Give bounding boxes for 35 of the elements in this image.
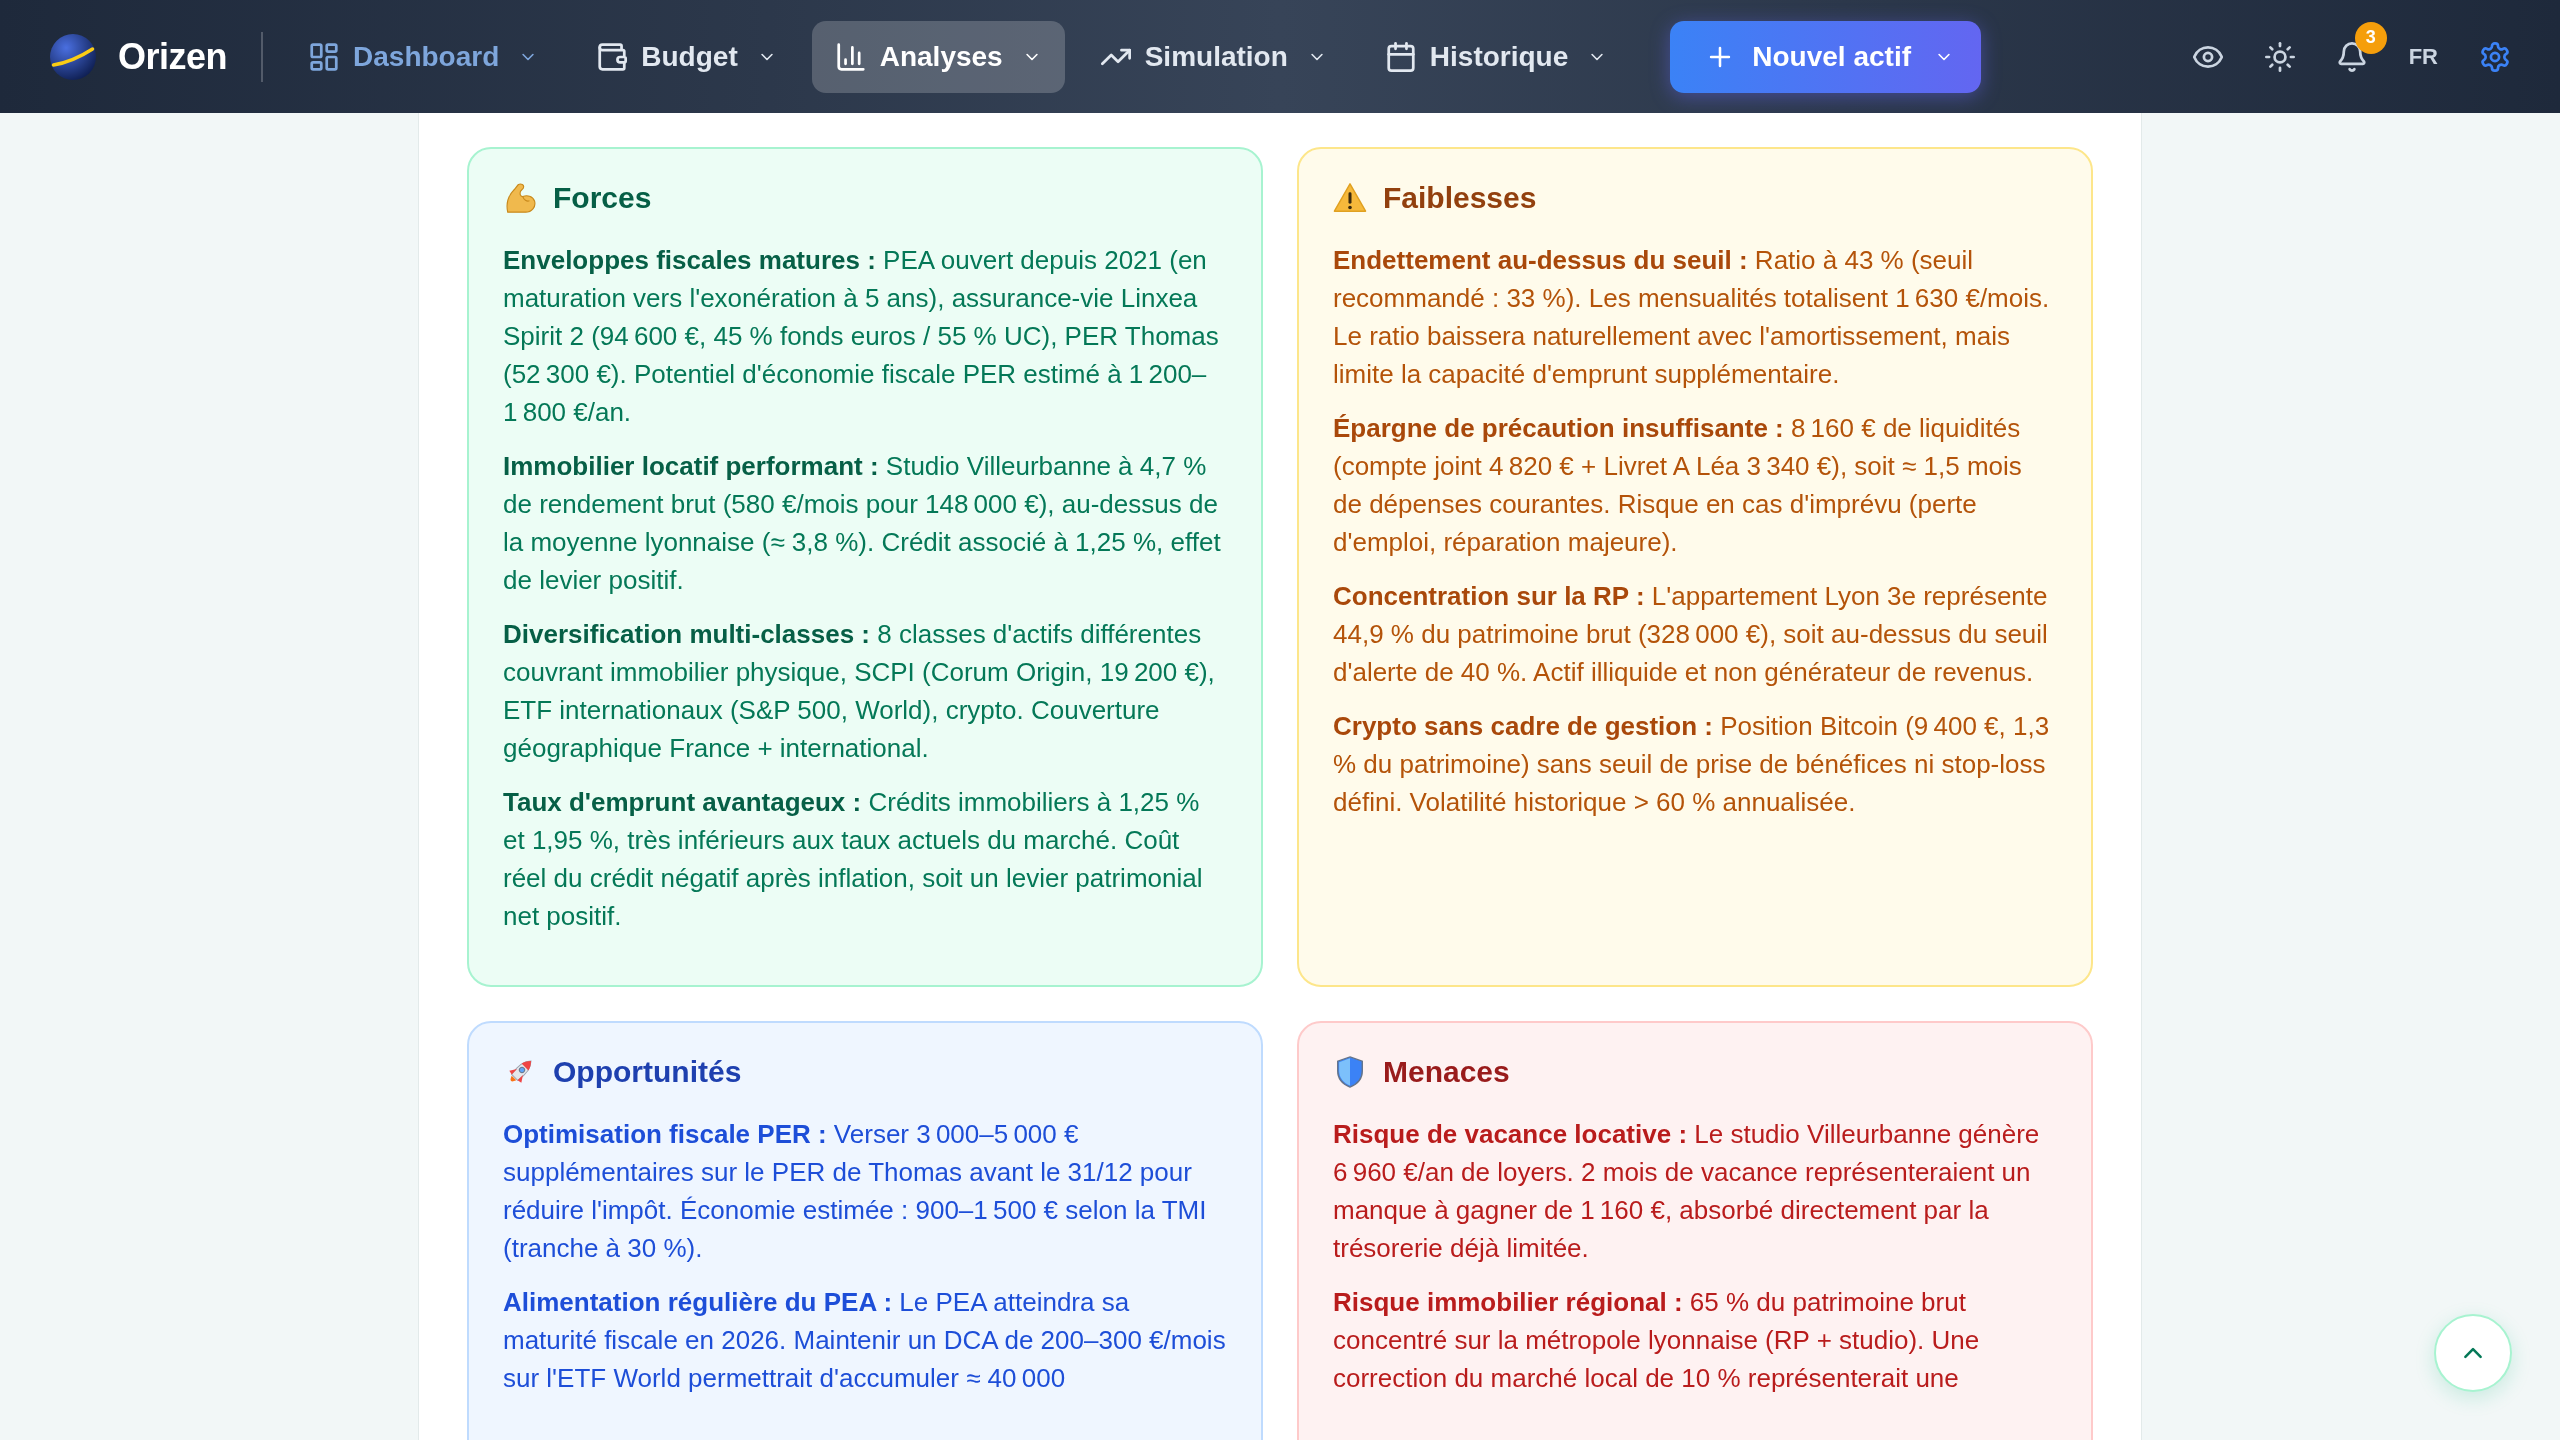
- sun-icon[interactable]: [2264, 41, 2295, 72]
- language-button[interactable]: FR: [2408, 43, 2438, 70]
- nav-menu-item[interactable]: Analyses: [811, 20, 1065, 93]
- analysis-point: Endettement au-dessus du seuil : Ratio à 43 % (seuil recommandé : 33 %). Les mensualités totalisent 1 630 €/mois. Le ratio baissera naturellement avec l'amortissement, mais limite la capacité d'emprunt supplémentaire.: [1333, 244, 2051, 391]
- grid-icon: [309, 41, 340, 72]
- calendar-icon: [1385, 41, 1416, 72]
- analysis-point: Diversification multi-classes : 8 classes d'actifs différentes couvrant immobilier physique, SCPI (Corum Origin, 19 200 €), ETF internationaux (S&P 500, World), crypto. Couverture géographique France + international.: [503, 618, 1216, 765]
- flexed-arm-icon: [503, 181, 537, 215]
- nav-menu-item[interactable]: Dashboard: [285, 20, 562, 93]
- analysis-point: Épargne de précaution insuffisante : 8 160 € de liquidités (compte joint 4 820 € + Livret A Léa 3 340 €), soit ≈ 1,5 mois de dépenses courantes. Risque en cas d'imprévu (perte d'emploi, réparation majeure).: [1333, 412, 2023, 559]
- card-title: Forces: [553, 181, 652, 215]
- nav-menu-item[interactable]: Historique: [1361, 20, 1631, 93]
- warning-icon: [1333, 181, 1367, 215]
- analysis-point: Risque de vacance locative : Le studio Villeurbanne génère 6 960 €/an de loyers. 2 mois de vacance représenteraient un manque à gagner de 1 160 €, absorbé directement par la trésorerie déjà limitée.: [1333, 1118, 2041, 1265]
- analysis-point: Concentration sur la RP : L'appartement Lyon 3e représente 44,9 % du patrimoine brut (328 000 €), soit au-dessus du seuil d'alerte de 40 %. Actif illiquide et non générateur de revenus.: [1333, 580, 2049, 689]
- analysis-point: Crypto sans cadre de gestion : Position Bitcoin (9 400 €, 1,3 % du patrimoine) sans seuil de prise de bénéfices ni stop-loss défini. Volatilité historique > 60 % annualisée.: [1333, 710, 2051, 819]
- app-name: Orizen: [118, 35, 228, 78]
- nav-menu-item[interactable]: Budget: [573, 20, 800, 93]
- analysis-point: Taux d'emprunt avantageux : Crédits immobiliers à 1,25 % et 1,95 %, très inférieurs aux taux actuels du marché. Coût réel du crédit négatif après inflation, soit un levier patrimonial net positif.: [503, 786, 1204, 933]
- analysis-point: Optimisation fiscale PER : Verser 3 000–5 000 € supplémentaires sur le PER de Thomas avant le 31/12 pour réduire l'impôt. Économie estimée : 900–1 500 € selon la TMI (tranche à 30 %).: [503, 1118, 1208, 1265]
- bar-chart-icon: [835, 41, 866, 72]
- analysis-point: Enveloppes fiscales matures : PEA ouvert depuis 2021 (en maturation vers l'exonération à 5 ans), assurance-vie Linxea Spirit 2 (94 600 €, 45 % fonds euros / 55 % UC), PER Thomas (52 300 €). Potentiel d'économie fiscale PER estimé à 1 200–1 800 €/an.: [503, 244, 1220, 429]
- wallet-icon: [597, 41, 628, 72]
- settings-icon[interactable]: [2480, 41, 2510, 72]
- analysis-point: Alimentation régulière du PEA : Le PEA atteindra sa maturité fiscale en 2026. Maintenir un DCA de 200–300 €/mois sur l'ETF World permettrait d'accumuler ≈ 40 000: [503, 1286, 1227, 1395]
- nav-menu-item[interactable]: Simulation: [1076, 20, 1350, 93]
- card-title: Opportunités: [553, 1055, 742, 1089]
- analysis-point: Risque immobilier régional : 65 % du patrimoine brut concentré sur la métropole lyonnaise (RP + studio). Une correction du marché local de 10 % représenterait une: [1333, 1286, 1981, 1395]
- logo-icon: [50, 33, 96, 80]
- bell-icon[interactable]: [2336, 41, 2367, 72]
- notification-badge: 3: [2354, 21, 2387, 54]
- card-title: Menaces: [1383, 1055, 1510, 1089]
- new-asset-button[interactable]: Nouvel actif: [1670, 20, 1981, 93]
- analysis-point: Immobilier locatif performant : Studio Villeurbanne à 4,7 % de rendement brut (580 €/mois pour 148 000 €), au-dessus de la moyenne lyonnaise (≈ 3,8 %). Crédit associé à 1,25 %, effet de levier positif.: [503, 450, 1222, 597]
- card-title: Faiblesses: [1383, 181, 1537, 215]
